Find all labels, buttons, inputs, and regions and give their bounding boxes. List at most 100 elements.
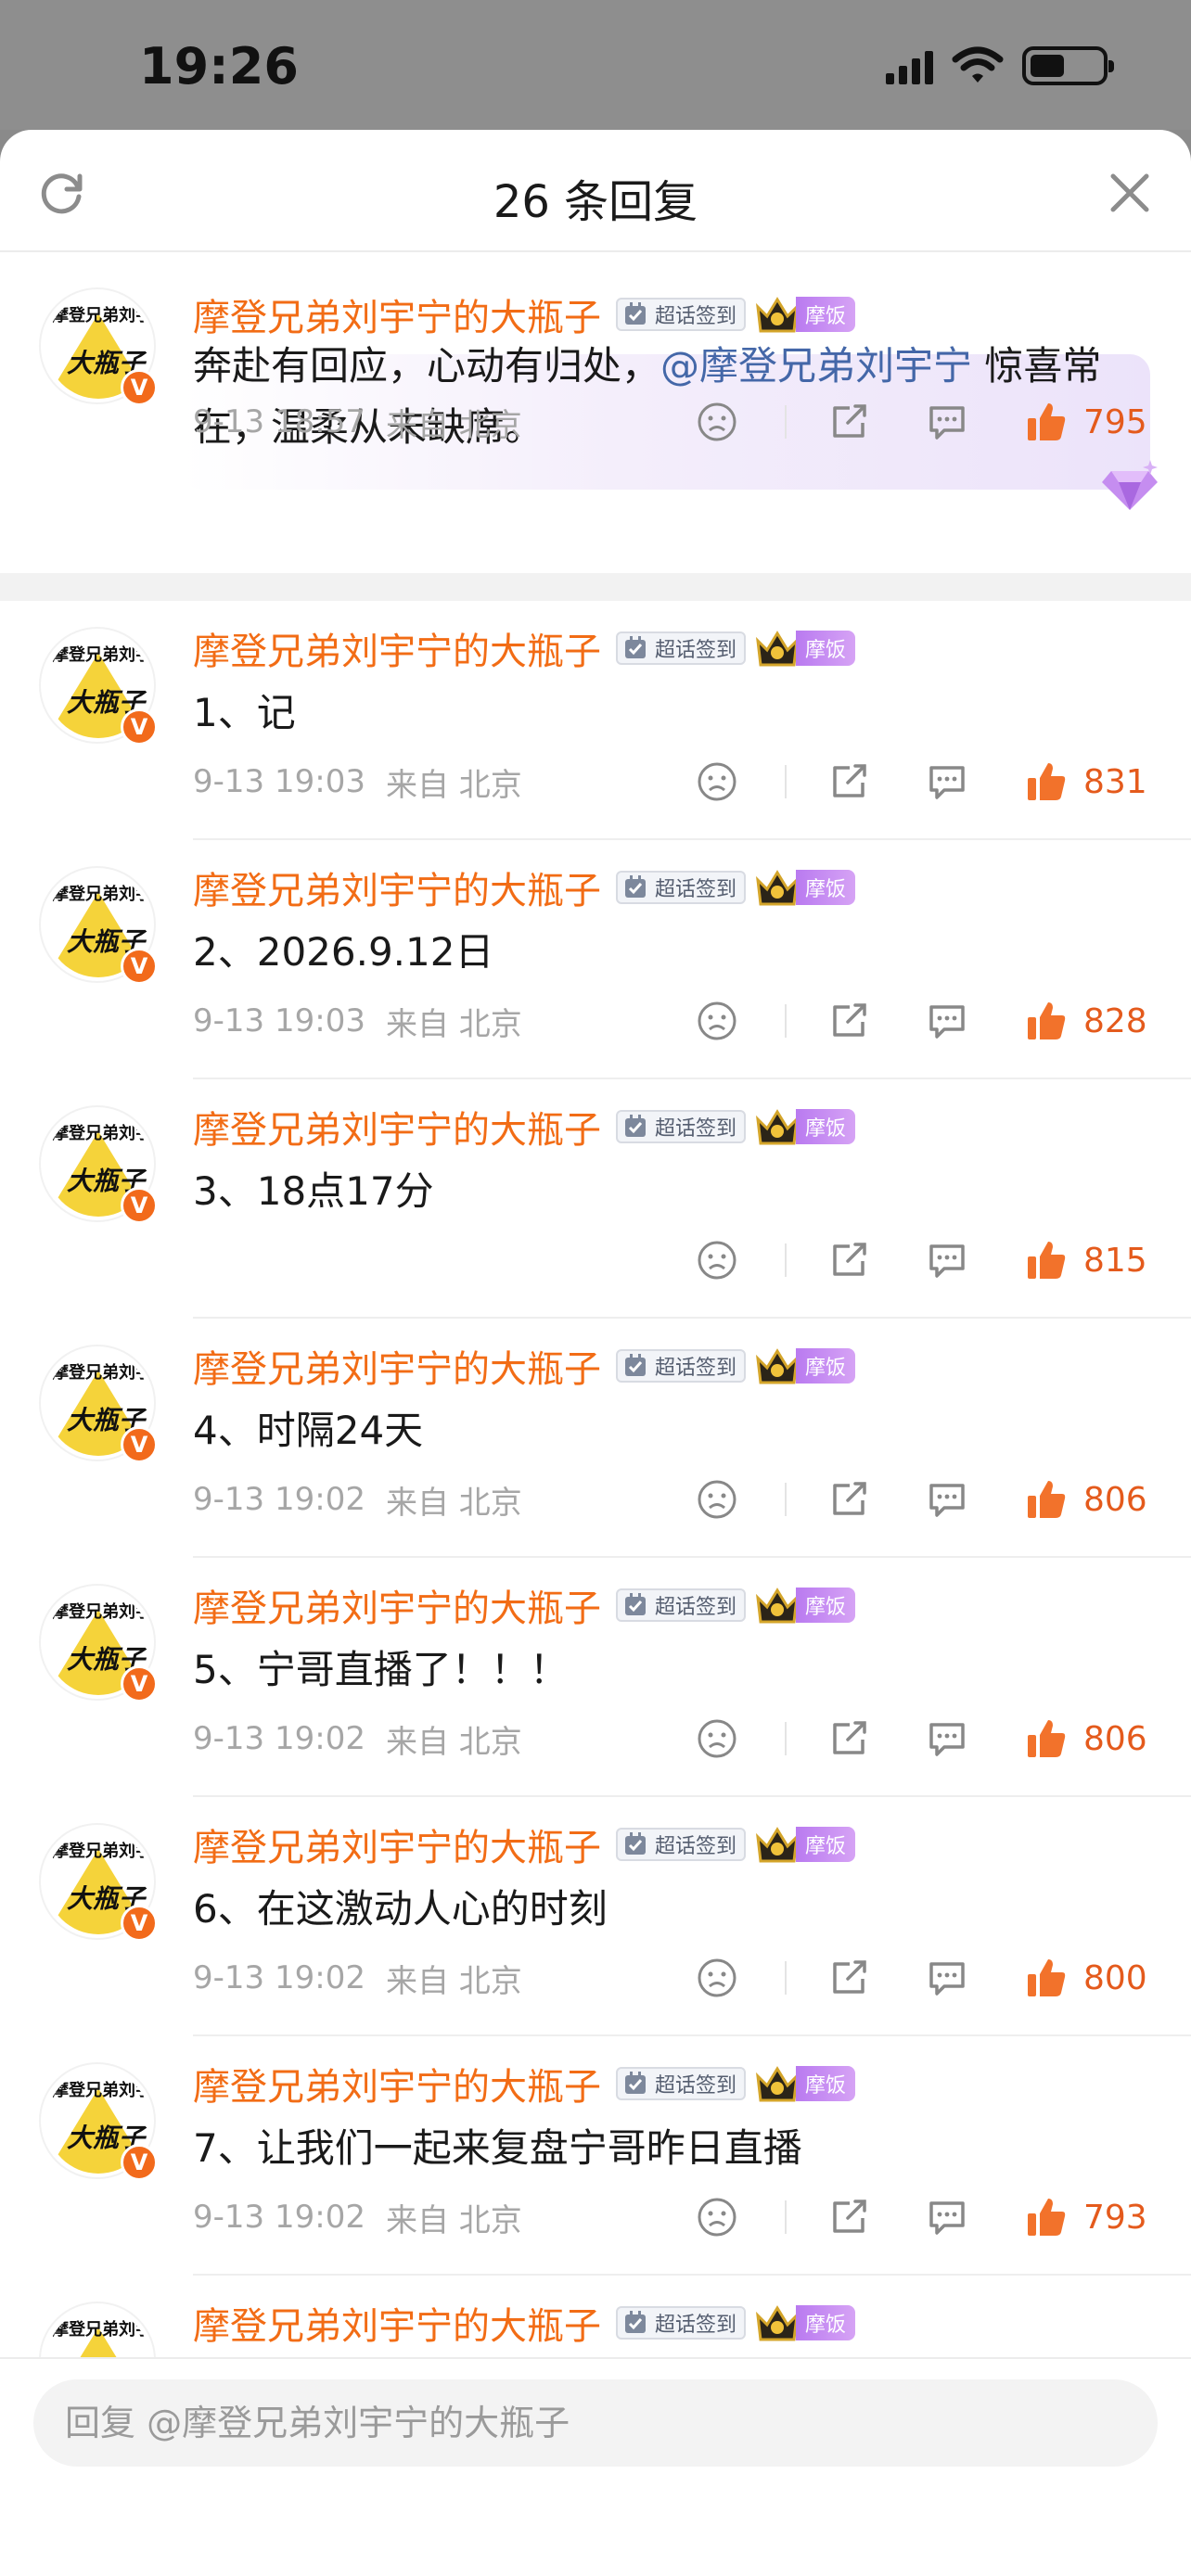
fan-badge[interactable]: 摩饭: [755, 1827, 856, 1863]
checkin-badge[interactable]: 超话签到: [616, 298, 747, 331]
avatar[interactable]: 摩登兄弟刘宇宁 大瓶子 V: [39, 1105, 158, 1224]
verified-badge: V: [121, 1665, 158, 1702]
comment-text: 5、宁哥直播了！！！: [193, 1647, 569, 1692]
dislike-face-icon[interactable]: [696, 1717, 738, 1760]
like-count: 800: [1083, 1958, 1147, 1997]
like-count: 831: [1083, 762, 1147, 801]
dislike-face-icon[interactable]: [696, 1957, 738, 1999]
thumbs-up-icon[interactable]: [1024, 400, 1069, 444]
share-icon[interactable]: [827, 1478, 870, 1521]
top-comment: 摩登兄弟刘宇宁 大瓶子 V 摩登兄弟刘宇宁的大瓶子 超话签到 摩饭 奔赴有回应，…: [0, 254, 1191, 510]
comment-icon[interactable]: [926, 1478, 968, 1521]
dislike-face-icon[interactable]: [696, 401, 738, 443]
checkin-badge[interactable]: 超话签到: [616, 871, 747, 904]
username[interactable]: 摩登兄弟刘宇宁的大瓶子: [193, 1339, 601, 1393]
dislike-face-icon[interactable]: [696, 760, 738, 803]
like-count: 815: [1083, 1241, 1147, 1280]
verified-badge: V: [121, 2144, 158, 2181]
comment-meta: 9-13 19:02 来自 北京 793: [193, 2194, 1150, 2240]
fan-badge[interactable]: 摩饭: [755, 1348, 856, 1384]
comment-icon[interactable]: [926, 401, 968, 443]
thumbs-up-icon[interactable]: [1024, 999, 1069, 1043]
fan-badge[interactable]: 摩饭: [755, 870, 856, 906]
fan-badge[interactable]: 摩饭: [755, 2305, 856, 2341]
dislike-face-icon[interactable]: [696, 1478, 738, 1521]
calendar-check-icon: [625, 2072, 646, 2094]
verified-badge: V: [121, 1905, 158, 1942]
comment-actions: 806: [696, 1716, 1150, 1761]
username[interactable]: 摩登兄弟刘宇宁的大瓶子: [193, 621, 601, 675]
fan-badge[interactable]: 摩饭: [755, 631, 856, 667]
avatar[interactable]: 摩登兄弟刘宇宁 大瓶子 V: [39, 2062, 158, 2181]
avatar[interactable]: 摩登兄弟刘宇宁 大瓶子 V: [39, 1584, 158, 1702]
avatar[interactable]: 摩登兄弟刘宇宁 大瓶子 V: [39, 1345, 158, 1463]
avatar[interactable]: 摩登兄弟刘宇宁 大瓶子 V: [39, 866, 158, 985]
checkin-badge[interactable]: 超话签到: [616, 1828, 747, 1861]
signal-icon: [886, 47, 933, 84]
username[interactable]: 摩登兄弟刘宇宁的大瓶子: [193, 1100, 601, 1154]
avatar[interactable]: 摩登兄弟刘宇宁 大瓶子 V: [39, 287, 158, 406]
checkin-badge[interactable]: 超话签到: [616, 1110, 747, 1143]
crown-icon: [756, 1588, 799, 1624]
comment-icon[interactable]: [926, 760, 968, 803]
thumbs-up-icon[interactable]: [1024, 1956, 1069, 2000]
share-icon[interactable]: [827, 1957, 870, 1999]
thumbs-up-icon[interactable]: [1024, 1477, 1069, 1522]
comment-icon[interactable]: [926, 1957, 968, 1999]
name-row: 摩登兄弟刘宇宁的大瓶子 超话签到 摩饭: [193, 625, 856, 673]
avatar[interactable]: 摩登兄弟刘宇宁 大瓶子 V: [39, 627, 158, 746]
mention-link[interactable]: @摩登兄弟刘宇宁: [660, 343, 972, 389]
comment-source: 来自 北京: [385, 1962, 522, 2000]
comment-item: 摩登兄弟刘宇宁 大瓶子 V 摩登兄弟刘宇宁的大瓶子 超话签到 摩饭 3、18点1…: [0, 1079, 1191, 1319]
comment-icon[interactable]: [926, 1717, 968, 1760]
thumbs-up-icon[interactable]: [1024, 759, 1069, 804]
username[interactable]: 摩登兄弟刘宇宁的大瓶子: [193, 1578, 601, 1632]
close-icon[interactable]: [1108, 171, 1152, 215]
reply-input[interactable]: 回复 @摩登兄弟刘宇宁的大瓶子: [33, 2379, 1158, 2467]
checkin-badge[interactable]: 超话签到: [616, 2306, 747, 2340]
checkin-badge[interactable]: 超话签到: [616, 1349, 747, 1383]
comment-item: 摩登兄弟刘宇宁 大瓶子 V 摩登兄弟刘宇宁的大瓶子 超话签到 摩饭 2、2026…: [0, 840, 1191, 1079]
thumbs-up-icon[interactable]: [1024, 1716, 1069, 1761]
comment-icon[interactable]: [926, 1000, 968, 1042]
checkin-badge[interactable]: 超话签到: [616, 631, 747, 665]
name-row: 摩登兄弟刘宇宁的大瓶子 超话签到 摩饭: [193, 291, 856, 339]
crown-icon: [756, 1827, 799, 1863]
calendar-check-icon: [625, 636, 646, 658]
share-icon[interactable]: [827, 401, 870, 443]
dislike-face-icon[interactable]: [696, 1000, 738, 1042]
share-icon[interactable]: [827, 1239, 870, 1282]
thumbs-up-icon[interactable]: [1024, 1238, 1069, 1282]
comment-time: 9-13 18:57: [193, 403, 365, 440]
username[interactable]: 摩登兄弟刘宇宁的大瓶子: [193, 287, 601, 341]
share-icon[interactable]: [827, 760, 870, 803]
calendar-check-icon: [625, 875, 646, 898]
fan-badge[interactable]: 摩饭: [755, 1109, 856, 1145]
comment-time: 9-13 19:02: [193, 1481, 365, 1518]
checkin-badge[interactable]: 超话签到: [616, 2067, 747, 2100]
dislike-face-icon[interactable]: [696, 2196, 738, 2238]
comment-icon[interactable]: [926, 2196, 968, 2238]
fan-badge[interactable]: 摩饭: [755, 2066, 856, 2102]
fan-badge[interactable]: 摩饭: [755, 297, 856, 333]
avatar[interactable]: 摩登兄弟刘宇宁 大瓶子 V: [39, 1823, 158, 1942]
dislike-face-icon[interactable]: [696, 1239, 738, 1282]
comment-icon[interactable]: [926, 1239, 968, 1282]
username[interactable]: 摩登兄弟刘宇宁的大瓶子: [193, 2057, 601, 2111]
comment-item: 摩登兄弟刘宇宁 大瓶子 V 摩登兄弟刘宇宁的大瓶子 超话签到 摩饭 7、让我们一…: [0, 2036, 1191, 2276]
share-icon[interactable]: [827, 1000, 870, 1042]
comment-text: 6、在这激动人心的时刻: [193, 1886, 608, 1932]
status-time: 19:26: [139, 37, 299, 96]
like-count: 828: [1083, 1001, 1147, 1040]
crown-icon: [756, 2305, 799, 2341]
share-icon[interactable]: [827, 2196, 870, 2238]
calendar-check-icon: [625, 1115, 646, 1137]
username[interactable]: 摩登兄弟刘宇宁的大瓶子: [193, 1817, 601, 1871]
share-icon[interactable]: [827, 1717, 870, 1760]
username[interactable]: 摩登兄弟刘宇宁的大瓶子: [193, 2296, 601, 2350]
checkin-badge[interactable]: 超话签到: [616, 1588, 747, 1622]
username[interactable]: 摩登兄弟刘宇宁的大瓶子: [193, 861, 601, 914]
fan-badge[interactable]: 摩饭: [755, 1588, 856, 1624]
comment-time: 9-13 19:02: [193, 1959, 365, 1996]
thumbs-up-icon[interactable]: [1024, 2195, 1069, 2239]
